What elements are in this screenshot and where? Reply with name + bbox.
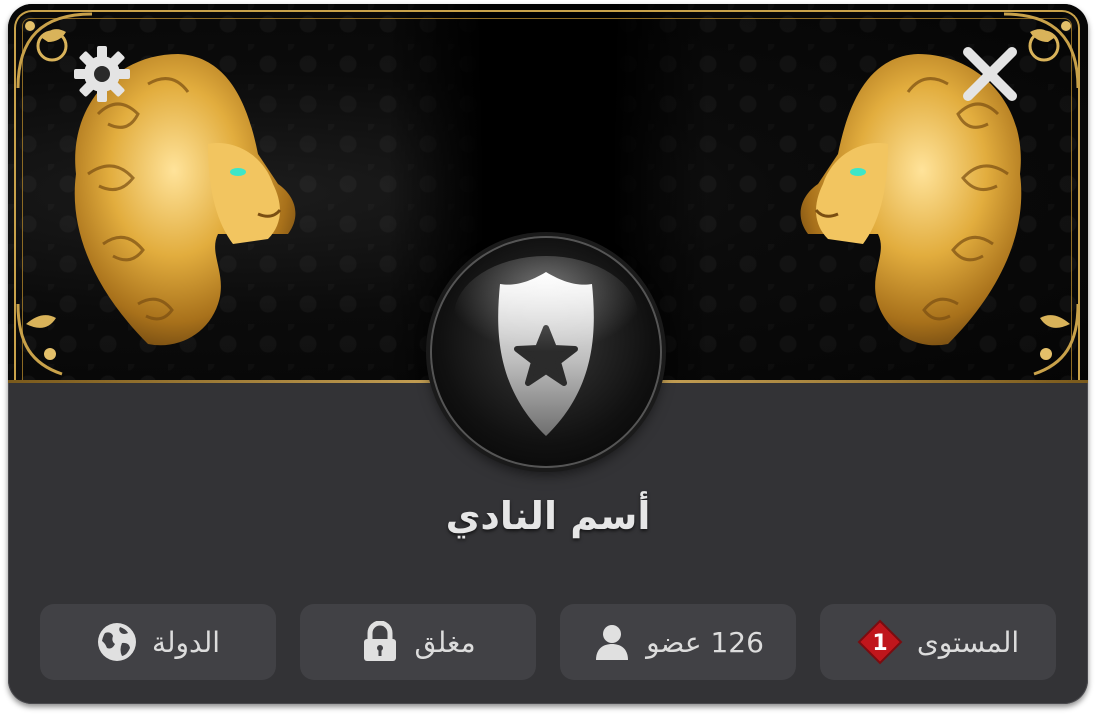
lock-icon (364, 621, 397, 661)
members-label: 126 عضو (646, 625, 764, 659)
globe-icon (97, 623, 136, 661)
level-label: المستوى (916, 625, 1020, 659)
club-name: أسم النادي (445, 494, 651, 538)
country-chip: الدولة (40, 604, 276, 680)
members-chip: 126 عضو (560, 604, 796, 680)
country-label: الدولة (151, 625, 221, 659)
close-icon[interactable] (958, 42, 1022, 106)
club-card: أسم النادي المستوى 1 126 عضو مغلق الدولة (8, 4, 1088, 704)
privacy-chip: مغلق (300, 604, 536, 680)
privacy-label: مغلق (414, 625, 476, 659)
level-value: 1 (872, 631, 887, 656)
club-emblem (430, 236, 662, 468)
shield-star-icon (454, 256, 638, 436)
user-icon (596, 625, 629, 660)
level-diamond-icon: 1 (857, 619, 903, 665)
gear-icon[interactable] (70, 42, 134, 106)
level-chip: المستوى 1 (820, 604, 1056, 680)
